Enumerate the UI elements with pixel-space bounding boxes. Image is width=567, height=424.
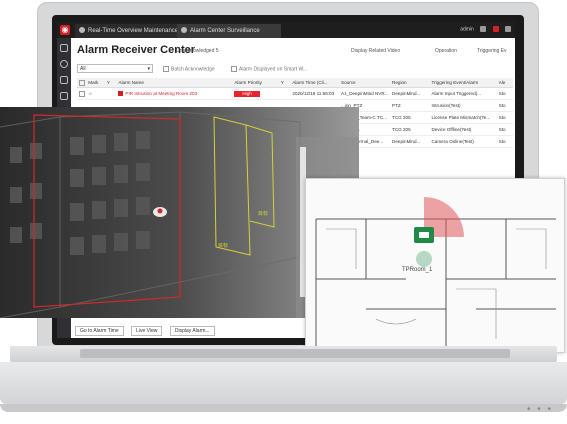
triggering-event: Intrusion(Test)	[429, 99, 497, 112]
region: PTZ	[390, 99, 430, 112]
table-row[interactable]: ☆ PIR Intrusion at Meeting Room 203 High…	[77, 87, 513, 100]
bell-icon	[181, 27, 187, 34]
triggering-event: Alarm Input Triggered(...	[429, 87, 497, 100]
tab-real-time-overview[interactable]: Real-Time Overview Maintenance	[75, 24, 179, 38]
region: DeepinMind...	[390, 87, 430, 100]
go-to-alarm-time-button[interactable]: Go to Alarm Time	[75, 326, 124, 336]
unacknowledged-count[interactable]: Unacknowledged 5	[176, 48, 219, 54]
user-name[interactable]: admin	[460, 26, 474, 32]
floor-plan-map: TPRoom_1	[315, 197, 556, 349]
ale: Sto	[496, 99, 513, 112]
alarm-icon[interactable]	[492, 26, 499, 32]
alarm-color-icon	[118, 91, 124, 97]
laptop-body	[0, 362, 567, 404]
column-header[interactable]: Region	[390, 78, 430, 88]
triggering-event: License Plate Mismatch(Te...	[429, 111, 497, 124]
map-icon[interactable]	[60, 60, 68, 68]
batch-acknowledge[interactable]: Batch Acknowledge	[163, 66, 215, 72]
hik-logo-icon: ◉	[60, 25, 70, 35]
triggering-event: Camera Online(Test)	[429, 135, 497, 148]
dots-decoration: • • •	[526, 404, 553, 415]
filter-select[interactable]: All ▾	[77, 64, 153, 73]
column-header[interactable]: Alarm Name	[116, 78, 233, 88]
zone-label: 目标	[258, 210, 268, 217]
display-alarm-button[interactable]: Display Alarm...	[169, 326, 215, 336]
region: TCG 205	[390, 111, 430, 124]
column-header[interactable]: Y	[278, 78, 291, 88]
checkbox[interactable]	[163, 66, 169, 72]
chevron-down-icon: ▾	[147, 66, 150, 72]
column-header[interactable]: Ale	[496, 78, 513, 88]
laptop-foot	[0, 404, 567, 412]
top-bar: ◉ Real-Time Overview Maintenance Alarm C…	[57, 22, 515, 38]
display-smart-wall[interactable]: Alarm Displayed on Smart W...	[231, 66, 307, 72]
operation-menu[interactable]: Operation	[435, 48, 457, 54]
mark-star-icon[interactable]: ☆	[86, 87, 105, 100]
laptop-base	[0, 346, 567, 418]
ale: Sto	[496, 111, 513, 124]
triggering-event: Device Offline(Test)	[429, 123, 497, 136]
column-header[interactable]: Mark	[86, 78, 105, 88]
list-icon[interactable]	[60, 76, 68, 84]
table-header: Mark Y Alarm Name Alarm Priority Y Alarm…	[77, 78, 513, 88]
column-header[interactable]: Alarm Time (Cli...	[290, 78, 340, 88]
source: A1_DeepinMind NVR...	[339, 87, 391, 100]
column-header[interactable]: Triggering Event/Alarm	[429, 78, 497, 88]
select-all-checkbox[interactable]	[77, 78, 87, 88]
checkbox[interactable]	[231, 66, 237, 72]
ale: Sto	[496, 123, 513, 136]
room-label: TPRoom_1	[402, 267, 433, 273]
settings-icon[interactable]	[480, 26, 487, 32]
ale: Sto	[496, 87, 513, 100]
home-icon[interactable]	[60, 44, 68, 52]
live-view-button[interactable]: Live View	[131, 326, 163, 336]
row-checkbox[interactable]	[79, 90, 85, 97]
display-related-video[interactable]: Display Related Video	[351, 48, 400, 54]
window-icon[interactable]	[505, 26, 511, 32]
globe-icon	[79, 27, 85, 34]
region: DeepinMind...	[390, 135, 430, 148]
ale: Sto	[496, 135, 513, 148]
priority-badge: High	[234, 90, 260, 97]
action-buttons: Go to Alarm Time Live View Display Alarm…	[75, 319, 218, 337]
floor-plan-view[interactable]: TPRoom_1	[305, 178, 565, 353]
alarm-name: PIR Intrusion at Meeting Room 203	[116, 87, 233, 100]
tab-alarm-center[interactable]: Alarm Center Surveillance	[177, 24, 281, 38]
column-header[interactable]: Alarm Priority	[232, 78, 279, 88]
alarm-time: 2020/12/19 11:56:03	[290, 87, 340, 100]
region: TCG 205	[390, 123, 430, 136]
keyboard	[80, 349, 510, 358]
column-header[interactable]: Source	[339, 78, 391, 88]
top-right-tools: admin	[460, 26, 511, 32]
zone-label: 目标	[218, 242, 228, 249]
column-header[interactable]: Y	[104, 78, 117, 88]
grid-icon[interactable]	[60, 92, 68, 100]
laptop-hinge	[10, 346, 557, 362]
triggering-event-toggle[interactable]: Triggering Ev	[477, 48, 507, 54]
